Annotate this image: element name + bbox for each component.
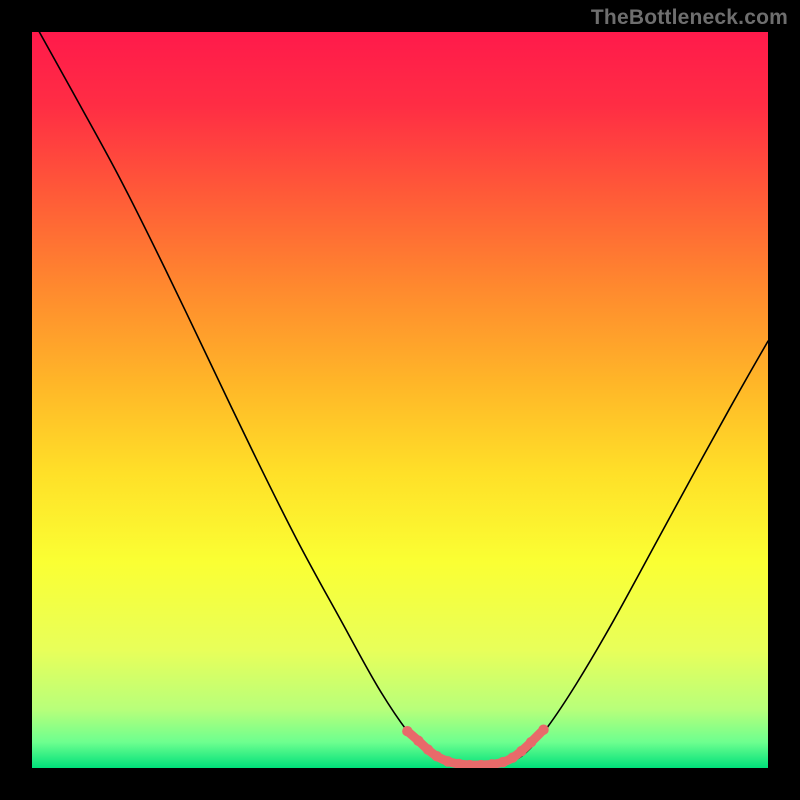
watermark-text: TheBottleneck.com [591,6,788,30]
plot-area [32,32,768,768]
bottleneck-curve-chart [32,32,768,768]
chart-background [32,32,768,768]
chart-frame: TheBottleneck.com [0,0,800,800]
